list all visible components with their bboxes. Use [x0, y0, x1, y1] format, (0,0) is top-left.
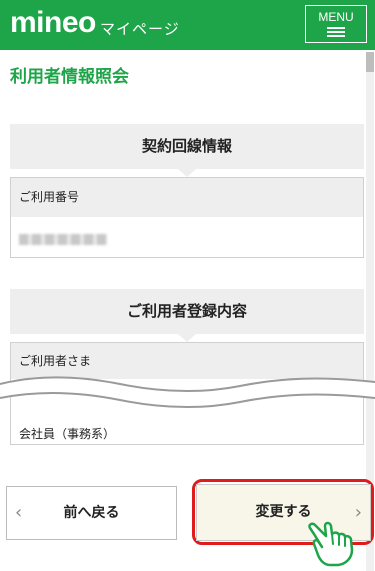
section-heading-contract: 契約回線情報	[10, 124, 364, 177]
heading-arrow	[178, 334, 196, 342]
change-button-label: 変更する	[255, 504, 312, 520]
contract-info-box: ご利用番号	[10, 177, 364, 258]
menu-label: MENU	[318, 10, 354, 24]
section-heading-user-text: ご利用者登録内容	[126, 302, 247, 320]
torn-edge	[0, 376, 375, 409]
chevron-left-icon: ‹	[15, 502, 23, 523]
back-button-label: 前へ戻る	[63, 505, 120, 521]
scroll-thumb[interactable]	[366, 52, 374, 72]
heading-arrow	[178, 169, 196, 177]
menu-button[interactable]: MENU	[305, 5, 367, 43]
phone-number-value	[11, 217, 363, 257]
phone-number-label: ご利用番号	[11, 178, 363, 217]
back-button[interactable]: ‹ 前へ戻る	[6, 486, 177, 540]
pointing-hand-icon	[308, 521, 354, 567]
page-title: 利用者情報照会	[10, 67, 129, 87]
occupation-value: 会社員（事務系）	[11, 407, 363, 444]
logo[interactable]: mineo	[10, 6, 96, 40]
blurred-phone-number	[19, 234, 107, 245]
mypage-subtitle: マイページ	[100, 20, 180, 38]
section-heading-user: ご利用者登録内容	[10, 289, 364, 342]
menu-icon	[327, 27, 345, 37]
section-heading-contract-text: 契約回線情報	[141, 137, 232, 155]
header: mineo マイページ MENU	[0, 0, 375, 50]
